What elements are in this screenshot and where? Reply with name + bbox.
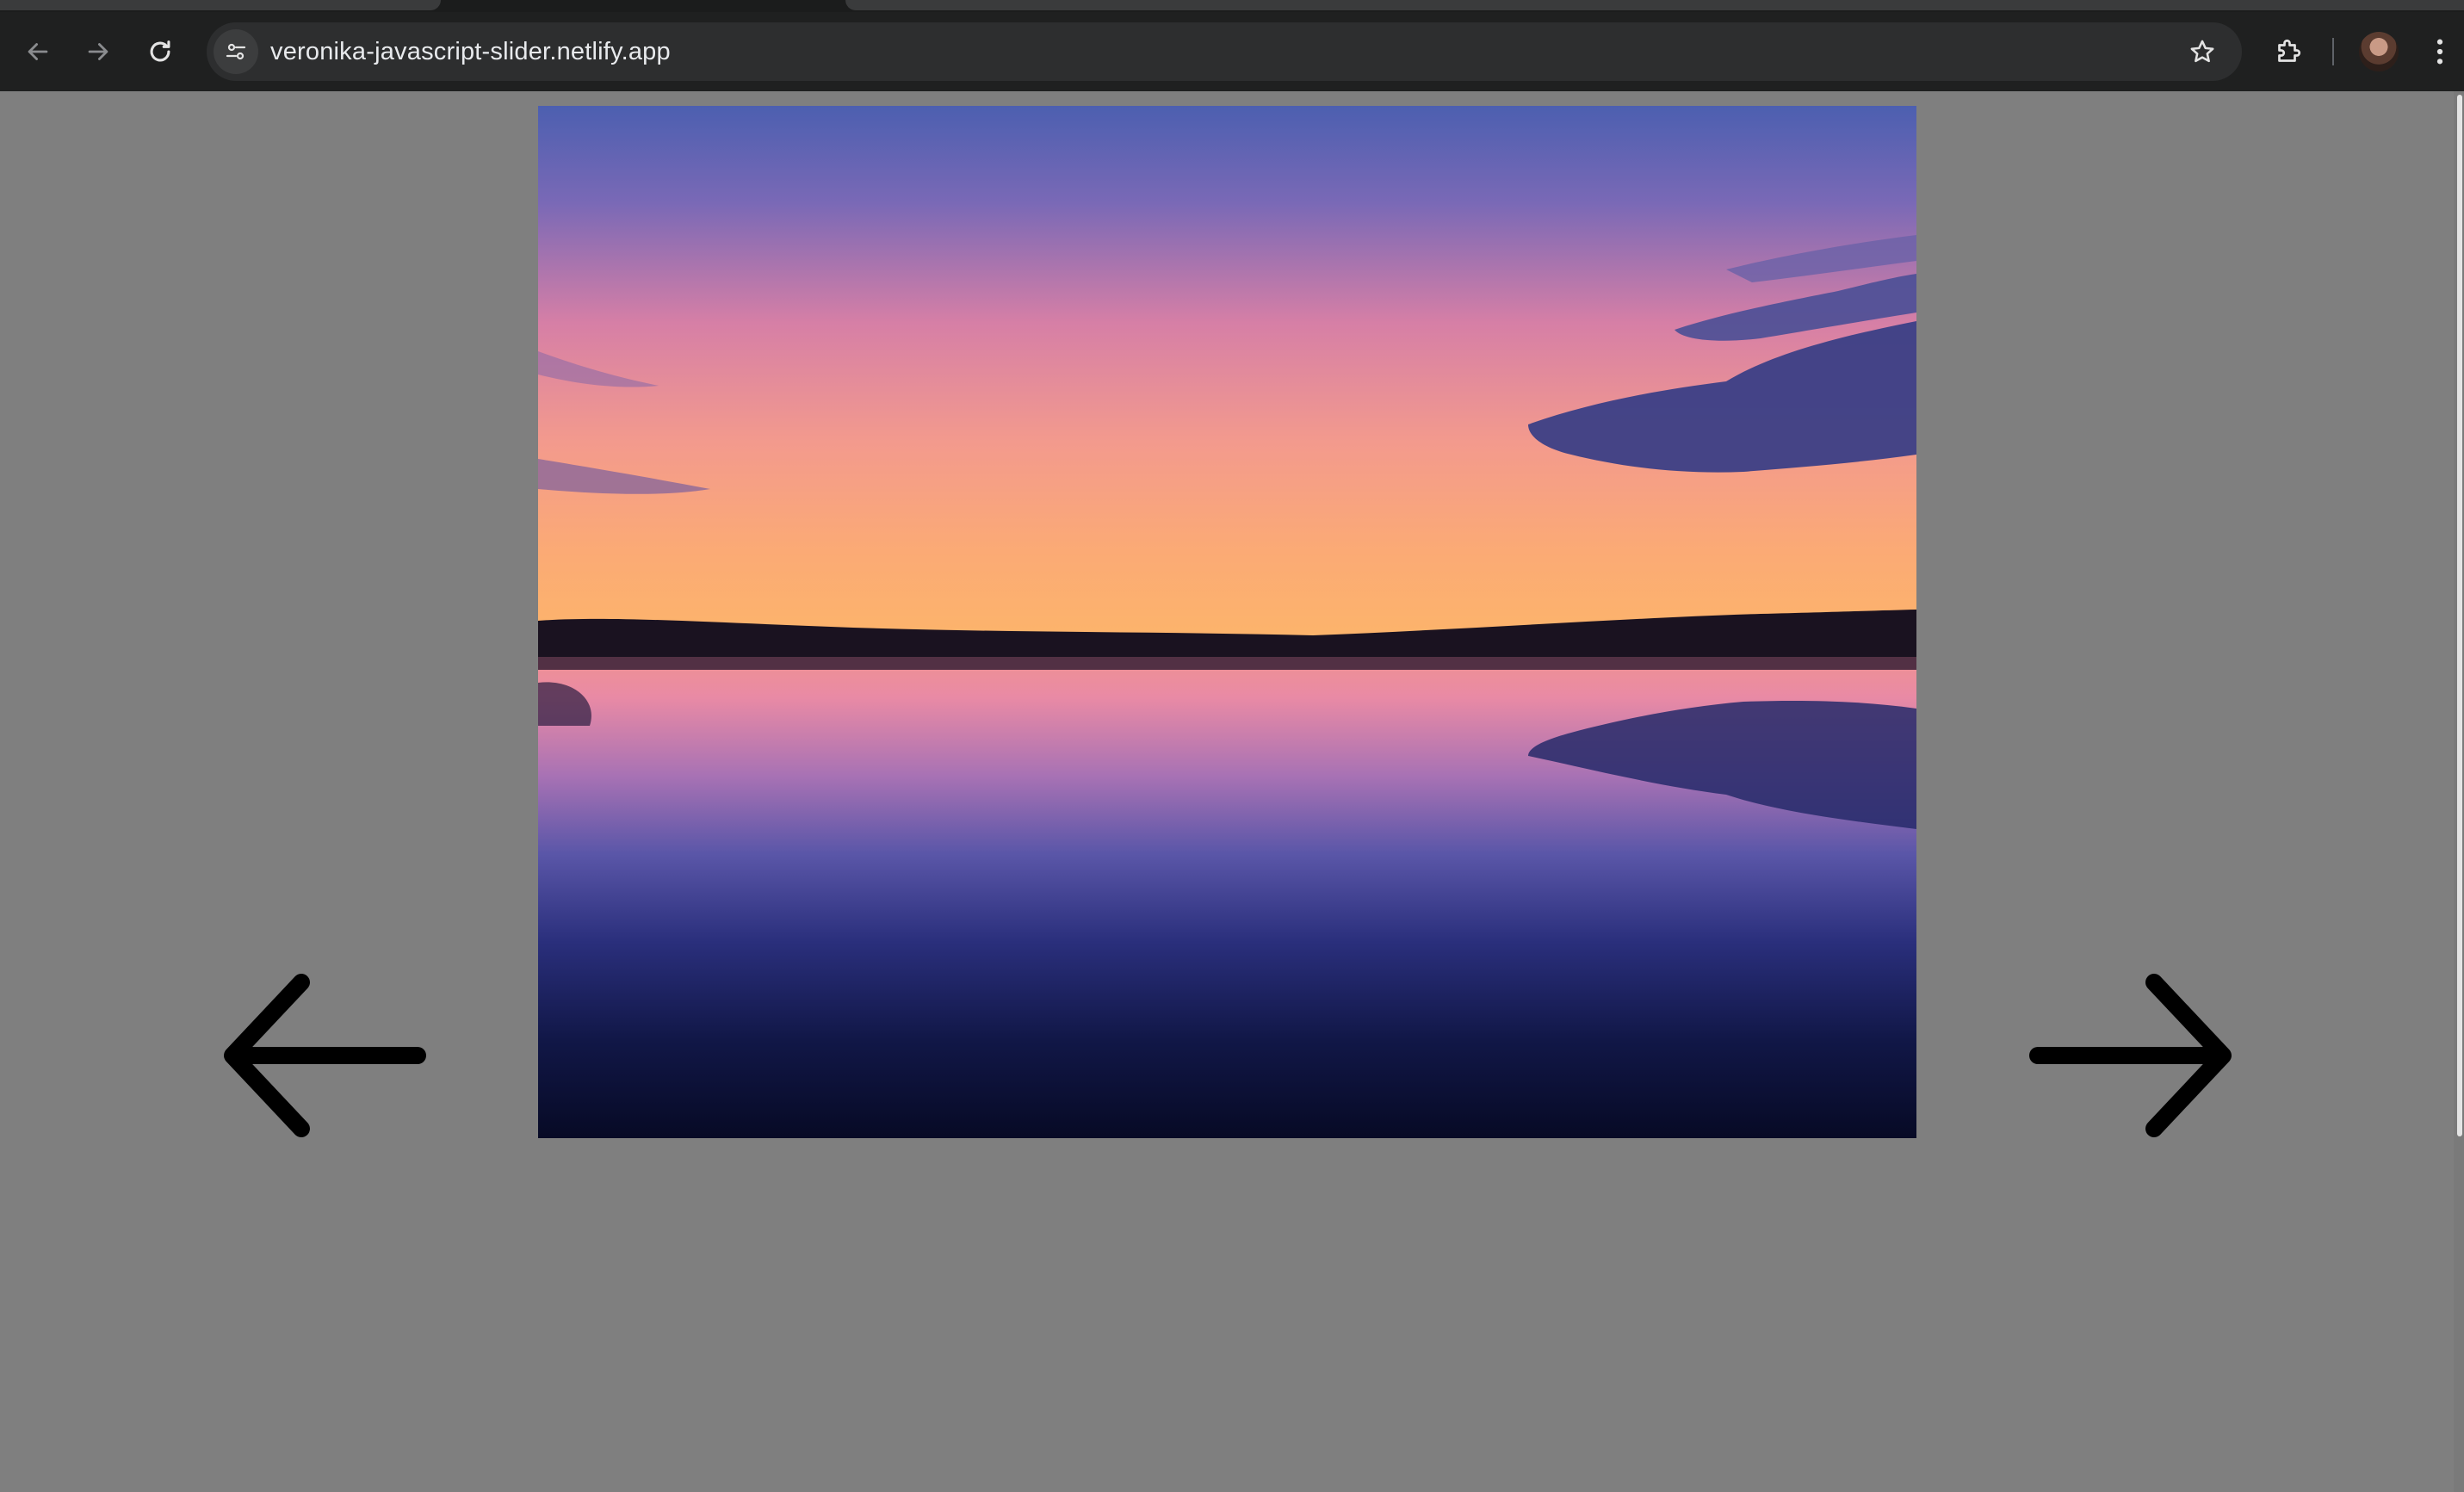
reload-icon — [150, 40, 170, 62]
toolbar-divider — [2332, 38, 2334, 65]
reload-button[interactable] — [136, 28, 184, 76]
arrow-back-icon — [28, 43, 48, 60]
page-viewport — [0, 91, 2464, 1492]
prev-slide-button[interactable] — [207, 961, 439, 1150]
browser-chrome: veronika-javascript-slider.netlify.app — [0, 0, 2464, 91]
site-info-button[interactable] — [214, 29, 258, 74]
tab-strip — [0, 0, 2464, 12]
next-slide-button[interactable] — [2016, 961, 2249, 1150]
bookmark-button[interactable] — [2182, 31, 2223, 72]
address-bar[interactable]: veronika-javascript-slider.netlify.app — [207, 22, 2242, 81]
page-scrollbar[interactable] — [2454, 91, 2464, 1492]
slider-image — [538, 106, 1916, 1138]
extensions-button[interactable] — [2264, 28, 2312, 76]
tune-icon — [226, 43, 246, 60]
avatar[interactable] — [2359, 32, 2399, 71]
browser-menu-button[interactable] — [2421, 28, 2459, 76]
puzzle-icon — [2278, 39, 2301, 62]
more-vertical-icon — [2436, 39, 2443, 65]
arrow-right-icon — [2029, 974, 2232, 1137]
star-icon — [2190, 40, 2214, 63]
back-button[interactable] — [14, 28, 62, 76]
forward-button[interactable] — [74, 28, 122, 76]
browser-toolbar: veronika-javascript-slider.netlify.app — [0, 12, 2464, 91]
scrollbar-thumb[interactable] — [2457, 95, 2462, 1136]
arrow-left-icon — [224, 974, 426, 1137]
arrow-forward-icon — [88, 43, 108, 60]
tab-right[interactable] — [845, 0, 2464, 10]
sunset-lake-image — [538, 106, 1916, 1138]
tab-left[interactable] — [0, 0, 441, 10]
url-text[interactable]: veronika-javascript-slider.netlify.app — [270, 22, 671, 81]
